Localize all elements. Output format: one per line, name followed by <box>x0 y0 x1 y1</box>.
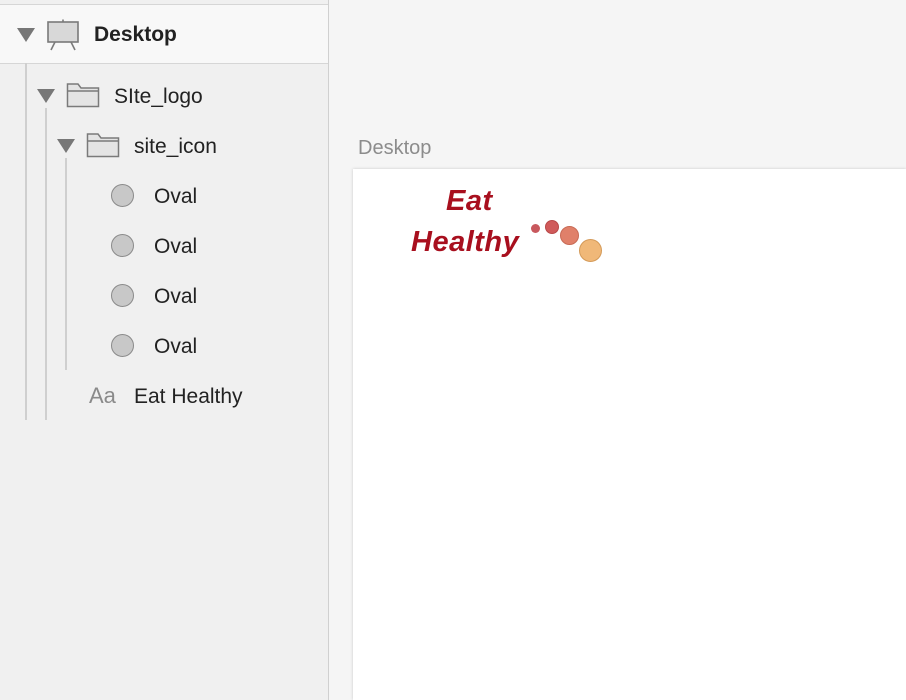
artboard-icon <box>47 19 79 51</box>
layer-row-eat-healthy[interactable]: Aa Eat Healthy <box>0 371 328 421</box>
logo-dot-large[interactable] <box>560 226 579 245</box>
logo-dot-medium[interactable] <box>545 220 559 234</box>
logo-dot-small[interactable] <box>531 224 540 233</box>
layer-row-oval[interactable]: Oval <box>0 271 328 321</box>
disclosure-triangle-icon[interactable] <box>37 89 55 103</box>
layer-label: Desktop <box>94 23 177 46</box>
layer-label: Oval <box>154 285 198 308</box>
layers-panel: Desktop SIte_logo site_icon Oval Oval Ov… <box>0 0 329 700</box>
layer-row-oval[interactable]: Oval <box>0 321 328 371</box>
logo-dot-xlarge[interactable] <box>579 239 602 262</box>
layer-label: site_icon <box>134 135 217 158</box>
layer-row-desktop[interactable]: Desktop <box>0 4 328 64</box>
layer-label: Oval <box>154 235 198 258</box>
oval-icon <box>111 234 134 257</box>
oval-icon <box>111 284 134 307</box>
disclosure-triangle-icon[interactable] <box>17 28 35 42</box>
logo-text-line2[interactable]: Healthy <box>411 226 519 259</box>
layer-row-site-logo[interactable]: SIte_logo <box>0 71 328 121</box>
artboard-title[interactable]: Desktop <box>358 137 431 160</box>
oval-icon <box>111 334 134 357</box>
layer-label: Oval <box>154 335 198 358</box>
layer-label: Eat Healthy <box>134 385 243 408</box>
folder-icon <box>66 83 100 108</box>
layer-row-oval[interactable]: Oval <box>0 171 328 221</box>
folder-icon <box>86 133 120 158</box>
text-layer-icon: Aa <box>89 383 116 408</box>
artboard-canvas[interactable]: Eat Healthy <box>353 169 906 700</box>
layer-label: Oval <box>154 185 198 208</box>
layer-row-site-icon[interactable]: site_icon <box>0 121 328 171</box>
oval-icon <box>111 184 134 207</box>
layer-label: SIte_logo <box>114 85 203 108</box>
layer-row-oval[interactable]: Oval <box>0 221 328 271</box>
disclosure-triangle-icon[interactable] <box>57 139 75 153</box>
logo-text-line1[interactable]: Eat <box>446 185 493 218</box>
